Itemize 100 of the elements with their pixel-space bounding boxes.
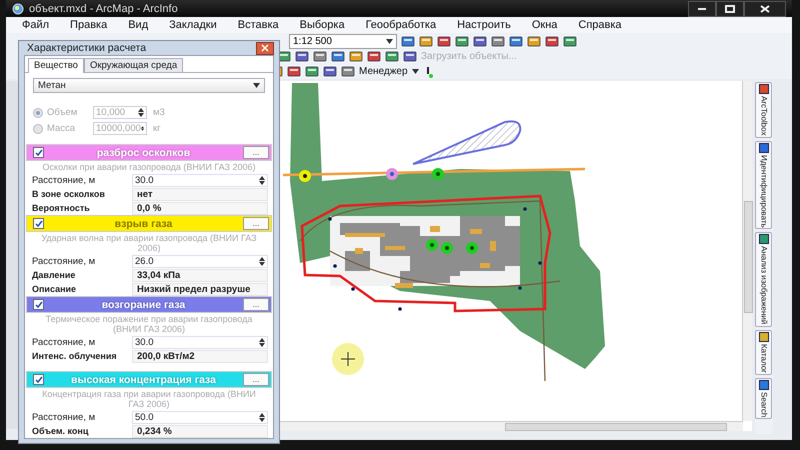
section-description: Термическое поражение при аварии газопровода (ВНИИ ГАЗ 2006) (44, 313, 254, 335)
toolbar-icon[interactable] (527, 34, 541, 48)
result-value: 200,0 кВт/м2 (132, 350, 268, 362)
section-description: Осколки при аварии газопровода (ВНИИ ГАЗ 2006) (42, 161, 256, 173)
manager-menu[interactable]: Менеджер (359, 66, 408, 77)
substance-dropdown[interactable]: Метан (33, 78, 265, 93)
field-label: Расстояние, м (32, 412, 96, 422)
section-title: разброс осколков (96, 146, 192, 158)
menu-item[interactable]: Вставка (238, 19, 279, 31)
radio-label: Масса (47, 123, 76, 134)
close-button[interactable] (256, 42, 274, 54)
menu-item[interactable]: Правка (70, 19, 108, 31)
close-button[interactable] (744, 0, 786, 16)
more-button[interactable]: ... (243, 217, 269, 230)
field-label: Расстояние, м (32, 256, 96, 266)
toolbar-icon[interactable] (437, 34, 451, 48)
minimize-icon (697, 8, 707, 10)
checkbox[interactable] (33, 299, 44, 310)
menu-item[interactable]: Вид (128, 19, 148, 31)
side-panel-tab[interactable]: Каталог (755, 330, 772, 375)
section-title: взрыв газа (114, 218, 174, 230)
toolbar-icon[interactable] (295, 50, 309, 63)
more-button[interactable]: ... (243, 146, 269, 159)
caret-icon (386, 38, 393, 44)
menu-item[interactable]: Закладки (169, 19, 217, 31)
result-label: Описание (32, 284, 78, 294)
field-label: Расстояние, м (32, 336, 96, 348)
spinner-arrows-icon[interactable] (259, 256, 265, 266)
more-button[interactable]: ... (243, 373, 269, 386)
menu-item[interactable]: Справка (578, 19, 622, 31)
distance-spinbox[interactable]: 30.0 (132, 336, 268, 348)
distance-spinbox[interactable]: 50.0 (132, 410, 268, 424)
section-description: Ударная волна при аварии газопровода (ВНИИ ГАЗ 2006) (40, 232, 258, 254)
tab[interactable]: Вещество (28, 58, 84, 73)
app-icon (12, 2, 24, 14)
maximize-icon (725, 4, 735, 12)
toolbar-icon[interactable] (401, 34, 415, 48)
radio-label: Объем (47, 107, 78, 118)
distance-spinbox[interactable]: 30.0 (132, 174, 268, 186)
spinner-arrows-icon[interactable] (140, 124, 144, 133)
window-title: объект.mxd - ArcMap - ArcInfo (29, 2, 178, 14)
result-value: Низкий предел разруше (132, 282, 268, 296)
cursor-highlight-icon (332, 343, 364, 375)
toolbar-icon[interactable] (341, 65, 355, 78)
menu-item[interactable]: Настроить (457, 19, 511, 31)
side-panel-tab[interactable]: ArcToolbox (755, 82, 772, 138)
toolbar-icon[interactable] (563, 34, 577, 48)
toolbar-icon[interactable] (419, 34, 433, 48)
result-value: нет (132, 188, 268, 200)
result-label: Вероятность (32, 203, 91, 213)
spinner-arrows-icon[interactable] (259, 338, 265, 346)
toolbar-icon[interactable] (385, 50, 399, 63)
side-panel-tab[interactable]: Search (755, 378, 772, 420)
spinner-arrows-icon[interactable] (259, 412, 265, 422)
spinner-arrows-icon[interactable] (138, 108, 144, 117)
toolbar-icon[interactable] (331, 50, 345, 63)
result-label: Интенс. облучения (32, 351, 118, 361)
toolbar-icon[interactable] (349, 50, 363, 63)
checkbox[interactable] (33, 374, 44, 385)
section-title: возгорание газа (100, 298, 186, 310)
toolbar-icon[interactable] (509, 34, 523, 48)
toolbar-icon[interactable] (313, 50, 327, 63)
vertical-scrollbar[interactable] (742, 81, 752, 421)
menu-item[interactable]: Файл (22, 19, 50, 31)
result-label: Давление (32, 270, 76, 280)
scale-combobox[interactable]: 1:12 500 (289, 34, 397, 48)
dialog-title: Характеристики расчета (27, 42, 146, 54)
toolbar-icon[interactable] (367, 50, 381, 63)
field-label: Расстояние, м (32, 174, 96, 186)
checkbox[interactable] (33, 147, 44, 158)
toolbar-icon[interactable] (403, 50, 417, 63)
distance-spinbox[interactable]: 26.0 (132, 254, 268, 268)
more-button[interactable]: ... (243, 298, 269, 311)
side-panel-tab[interactable]: Идентифицировать (755, 140, 772, 230)
section-description: Концентрация газа при аварии газопровода (ВНИИ ГАЗ 2006) (41, 388, 257, 410)
caret-icon (253, 83, 260, 88)
maximize-button[interactable] (716, 0, 744, 16)
unit-label: м3 (153, 107, 166, 118)
result-label: Объем. конц (32, 426, 90, 436)
toolbar-icon[interactable] (545, 34, 559, 48)
tab[interactable]: Окружающая среда (84, 58, 184, 72)
toolbar-icon[interactable] (491, 34, 505, 48)
menu-item[interactable]: Окна (532, 19, 558, 31)
toolbar-icon[interactable] (305, 65, 319, 78)
checkbox[interactable] (33, 218, 44, 229)
menu-item[interactable]: Геообработка (366, 19, 436, 31)
toolbar-icon[interactable] (287, 65, 301, 78)
side-panel-tab[interactable]: Анализ изображений (755, 232, 772, 327)
caret-icon (412, 69, 419, 74)
spinner-arrows-icon[interactable] (259, 176, 265, 184)
toolbar-icon[interactable] (455, 34, 469, 48)
unit-label: кг (153, 123, 162, 134)
close-icon (760, 4, 770, 12)
toolbar-icon[interactable] (473, 34, 487, 48)
minimize-button[interactable] (688, 0, 716, 16)
menu-item[interactable]: Выборка (300, 19, 345, 31)
toolbar-icon[interactable] (323, 65, 337, 78)
result-value: 0,234 % (132, 424, 268, 438)
section-title: высокая концентрация газа (70, 374, 217, 386)
result-value: 33,04 кПа (132, 268, 268, 282)
